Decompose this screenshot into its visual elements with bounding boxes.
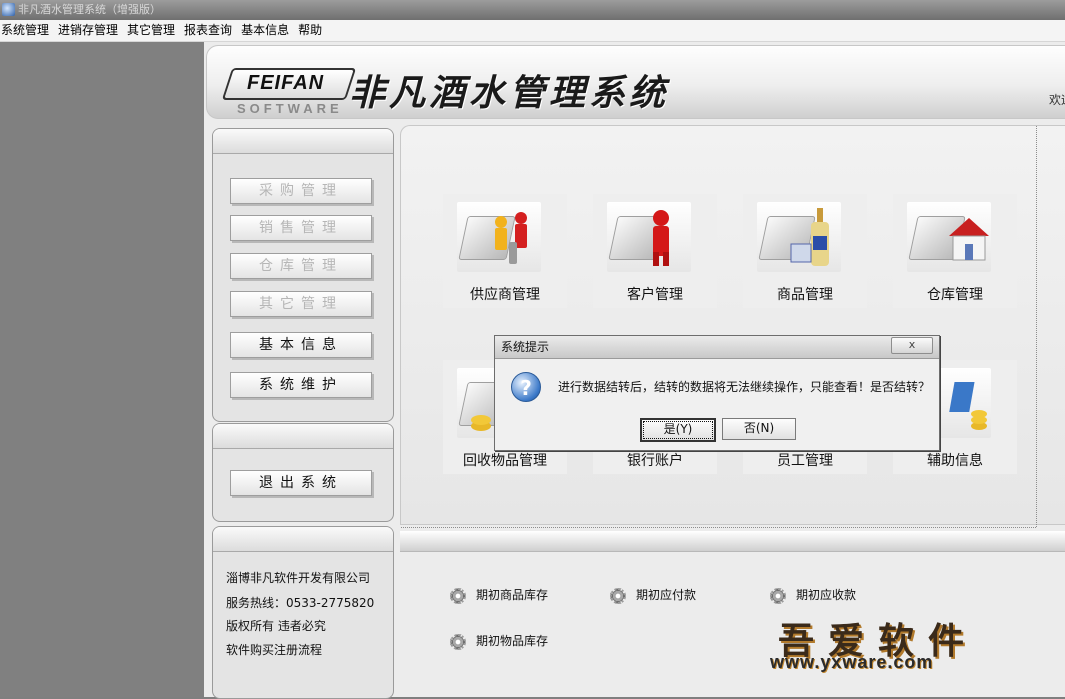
content-area: 供应商管理 客户管理 商品管理 仓库管理 回收物品管理 银行账户 员工管理 辅助… bbox=[400, 125, 1065, 528]
quick-link-label: 期初应收款 bbox=[796, 588, 857, 602]
quick-link-opening-receivable[interactable]: 期初应收款 bbox=[770, 586, 856, 604]
title-bar: 非凡酒水管理系统（增强版） bbox=[0, 0, 1065, 20]
supplier-figure bbox=[495, 212, 527, 264]
tile-label: 供应商管理 bbox=[470, 287, 540, 303]
quick-link-opening-items[interactable]: 期初物品库存 bbox=[450, 632, 548, 650]
quick-link-opening-goods[interactable]: 期初商品库存 bbox=[450, 586, 548, 604]
menu-inventory[interactable]: 进销存管理 bbox=[56, 20, 125, 41]
sales-button[interactable]: 销售管理 bbox=[230, 215, 372, 241]
tile-label: 辅助信息 bbox=[927, 453, 983, 469]
watermark-url: www.yxware.com bbox=[770, 652, 934, 672]
house-figure bbox=[949, 218, 989, 261]
logo-text: FEIFAN bbox=[247, 72, 325, 94]
copyright-text: 版权所有 违者必究 bbox=[226, 619, 326, 633]
service-hotline: 服务热线：0533-2775820 bbox=[226, 596, 375, 610]
tile-label: 回收物品管理 bbox=[463, 453, 547, 469]
tile-customer[interactable]: 客户管理 bbox=[593, 194, 717, 308]
exit-panel-header bbox=[213, 424, 393, 449]
quick-link-label: 期初商品库存 bbox=[476, 588, 549, 602]
system-name: 非凡酒水管理系统 bbox=[349, 72, 670, 114]
yes-button[interactable]: 是(Y) bbox=[640, 418, 716, 442]
purchase-button[interactable]: 采购管理 bbox=[230, 178, 372, 204]
tile-label: 仓库管理 bbox=[927, 287, 983, 303]
customer-icon bbox=[607, 202, 691, 272]
tile-product[interactable]: 商品管理 bbox=[743, 194, 867, 308]
header-banner: FEIFAN SOFTWARE 非凡酒水管理系统 欢迎 bbox=[206, 45, 1065, 119]
quick-link-opening-payable[interactable]: 期初应付款 bbox=[610, 586, 696, 604]
warehouse-icon bbox=[907, 202, 991, 272]
gear-icon bbox=[450, 633, 466, 650]
other-button[interactable]: 其它管理 bbox=[230, 291, 372, 317]
tile-label: 员工管理 bbox=[777, 453, 833, 469]
tile-warehouse[interactable]: 仓库管理 bbox=[893, 194, 1017, 308]
quick-link-label: 期初物品库存 bbox=[476, 634, 549, 648]
info-panel: 淄博非凡软件开发有限公司 服务热线：0533-2775820 版权所有 违者必究… bbox=[212, 526, 394, 699]
tile-label: 商品管理 bbox=[777, 287, 833, 303]
warehouse-button[interactable]: 仓库管理 bbox=[230, 253, 372, 279]
welcome-text: 欢迎 bbox=[1049, 93, 1065, 107]
basic-info-button[interactable]: 基本信息 bbox=[230, 332, 372, 358]
menu-other[interactable]: 其它管理 bbox=[125, 20, 182, 41]
gear-icon bbox=[450, 587, 466, 604]
menu-bar: 系统管理 进销存管理 其它管理 报表查询 基本信息 帮助 bbox=[0, 20, 1065, 42]
no-button[interactable]: 否(N) bbox=[722, 418, 796, 440]
register-link[interactable]: 软件购买注册流程 bbox=[226, 641, 322, 658]
close-button[interactable]: x bbox=[891, 337, 933, 354]
customer-figure bbox=[653, 210, 669, 266]
quick-link-label: 期初应付款 bbox=[636, 588, 697, 602]
tile-label: 客户管理 bbox=[627, 287, 683, 303]
quick-links-bar bbox=[400, 531, 1065, 552]
dialog-message: 进行数据结转后，结转的数据将无法继续操作，只能查看！是否结转？ bbox=[558, 380, 931, 394]
menu-reports[interactable]: 报表查询 bbox=[182, 20, 239, 41]
menu-help[interactable]: 帮助 bbox=[296, 20, 329, 41]
tile-supplier[interactable]: 供应商管理 bbox=[443, 194, 567, 308]
info-panel-header bbox=[213, 527, 393, 552]
watermark: 吾爱软件 www.yxware.com bbox=[770, 612, 1065, 697]
divider bbox=[1036, 126, 1037, 527]
system-maintenance-button[interactable]: 系统维护 bbox=[230, 372, 372, 398]
logo-subtext: SOFTWARE bbox=[237, 101, 343, 116]
dialog-title: 系统提示 bbox=[495, 336, 939, 359]
question-icon: ? bbox=[511, 372, 541, 402]
company-name: 淄博非凡软件开发有限公司 bbox=[226, 571, 371, 585]
tile-label: 银行账户 bbox=[627, 453, 683, 469]
menu-basic-info[interactable]: 基本信息 bbox=[239, 20, 296, 41]
gear-icon bbox=[610, 587, 626, 604]
exit-panel: 退出系统 bbox=[212, 423, 394, 522]
divider bbox=[401, 527, 1036, 528]
product-icon bbox=[757, 202, 841, 272]
mdi-background bbox=[0, 42, 204, 697]
menu-system[interactable]: 系统管理 bbox=[0, 20, 56, 41]
supplier-icon bbox=[457, 202, 541, 272]
bottle-figure bbox=[790, 208, 829, 266]
nav-panel: 采购管理 销售管理 仓库管理 其它管理 基本信息 系统维护 bbox=[212, 128, 394, 422]
nav-panel-header bbox=[213, 129, 393, 154]
window-title: 非凡酒水管理系统（增强版） bbox=[18, 3, 161, 16]
exit-button[interactable]: 退出系统 bbox=[230, 470, 372, 496]
confirm-dialog: 系统提示 x ? 进行数据结转后，结转的数据将无法继续操作，只能查看！是否结转？… bbox=[494, 335, 940, 451]
gear-icon bbox=[770, 587, 786, 604]
app-icon bbox=[2, 3, 15, 16]
